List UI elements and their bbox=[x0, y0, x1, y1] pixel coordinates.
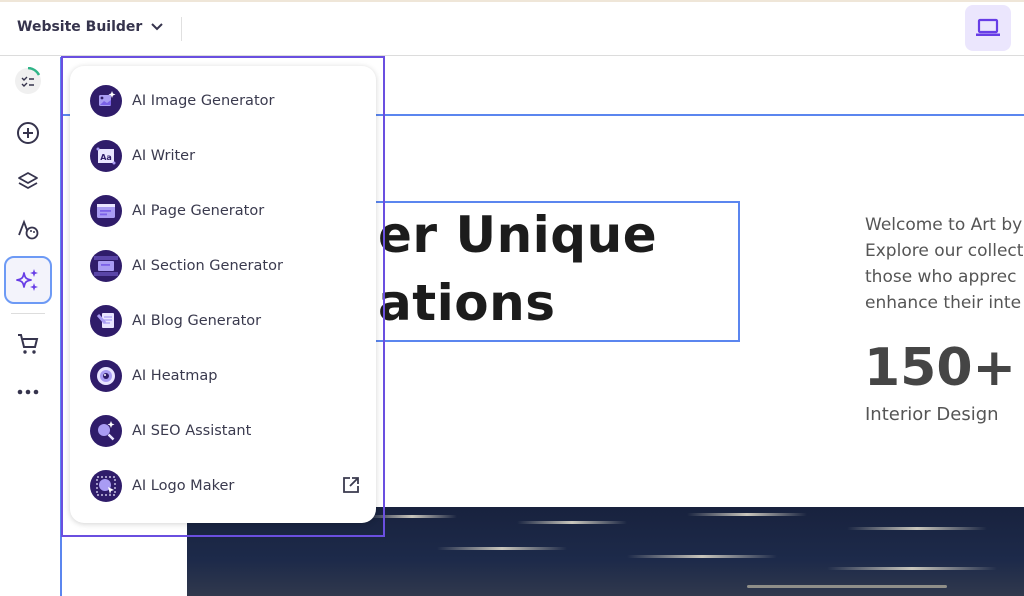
ai-writer-icon: Aa bbox=[90, 140, 122, 172]
sidebar bbox=[0, 57, 57, 596]
sidebar-item-checklist[interactable] bbox=[4, 57, 52, 105]
paragraph-line: enhance their inte bbox=[865, 293, 1022, 313]
sidebar-item-ai-tools[interactable] bbox=[4, 256, 52, 304]
app-title: Website Builder bbox=[17, 19, 143, 35]
sidebar-item-more[interactable] bbox=[4, 368, 52, 416]
menu-item-label: AI Blog Generator bbox=[132, 313, 262, 329]
headline-line-1: er Unique bbox=[378, 206, 658, 264]
menu-item-ai-page-generator[interactable]: AI Page Generator bbox=[90, 191, 360, 231]
menu-item-ai-image-generator[interactable]: AI Image Generator bbox=[90, 81, 360, 121]
plus-circle-icon bbox=[17, 122, 39, 144]
stat-label: Interior Design bbox=[865, 404, 999, 425]
menu-item-label: AI Heatmap bbox=[132, 368, 218, 384]
ai-image-icon bbox=[90, 85, 122, 117]
sidebar-divider bbox=[11, 313, 45, 314]
sparkles-icon bbox=[16, 269, 38, 291]
menu-item-ai-logo-maker[interactable]: AI Logo Maker bbox=[90, 466, 360, 506]
ai-heatmap-icon bbox=[90, 360, 122, 392]
sidebar-item-styles[interactable] bbox=[4, 206, 52, 254]
menu-item-ai-writer[interactable]: Aa AI Writer bbox=[90, 136, 360, 176]
menu-item-label: AI Writer bbox=[132, 148, 196, 164]
sidebar-item-layers[interactable] bbox=[4, 158, 52, 206]
headline-line-2: ations bbox=[378, 274, 556, 332]
layers-icon bbox=[18, 172, 38, 189]
laptop-icon bbox=[976, 18, 1000, 36]
sidebar-item-add[interactable] bbox=[4, 109, 52, 157]
divider bbox=[181, 17, 182, 41]
menu-item-ai-blog-generator[interactable]: AI Blog Generator bbox=[90, 301, 360, 341]
more-icon bbox=[17, 389, 39, 395]
chevron-down-icon bbox=[151, 23, 164, 31]
menu-item-ai-seo-assistant[interactable]: AI SEO Assistant bbox=[90, 411, 360, 451]
ai-tools-menu: AI Image Generator Aa AI Writer AI Page Gen… bbox=[70, 66, 376, 523]
ai-blog-icon bbox=[90, 305, 122, 337]
sidebar-item-store[interactable] bbox=[4, 320, 52, 368]
ai-seo-icon bbox=[90, 415, 122, 447]
checklist-progress-icon bbox=[15, 67, 41, 94]
menu-item-label: AI SEO Assistant bbox=[132, 423, 252, 439]
external-link-icon[interactable] bbox=[342, 476, 360, 494]
intro-paragraph: Welcome to Art by Explore our collect th… bbox=[865, 212, 1023, 316]
website-builder-dropdown[interactable]: Website Builder bbox=[17, 19, 164, 35]
cart-icon bbox=[18, 334, 39, 354]
top-bar: Website Builder bbox=[0, 2, 1024, 56]
typography-palette-icon bbox=[18, 219, 39, 240]
stat-value: 150+ bbox=[864, 338, 1017, 398]
ai-section-icon bbox=[90, 250, 122, 282]
menu-item-ai-section-generator[interactable]: AI Section Generator bbox=[90, 246, 360, 286]
svg-text:Aa: Aa bbox=[100, 153, 112, 162]
desktop-view-button[interactable] bbox=[965, 5, 1011, 51]
paragraph-line: Explore our collect bbox=[865, 241, 1024, 261]
menu-item-label: AI Logo Maker bbox=[132, 478, 235, 494]
menu-item-label: AI Section Generator bbox=[132, 258, 283, 274]
menu-item-ai-heatmap[interactable]: AI Heatmap bbox=[90, 356, 360, 396]
ai-logo-icon bbox=[90, 470, 122, 502]
ai-page-icon bbox=[90, 195, 122, 227]
paragraph-line: Welcome to Art by bbox=[865, 215, 1023, 235]
paragraph-line: those who apprec bbox=[865, 267, 1017, 287]
menu-item-label: AI Image Generator bbox=[132, 93, 275, 109]
menu-item-label: AI Page Generator bbox=[132, 203, 265, 219]
